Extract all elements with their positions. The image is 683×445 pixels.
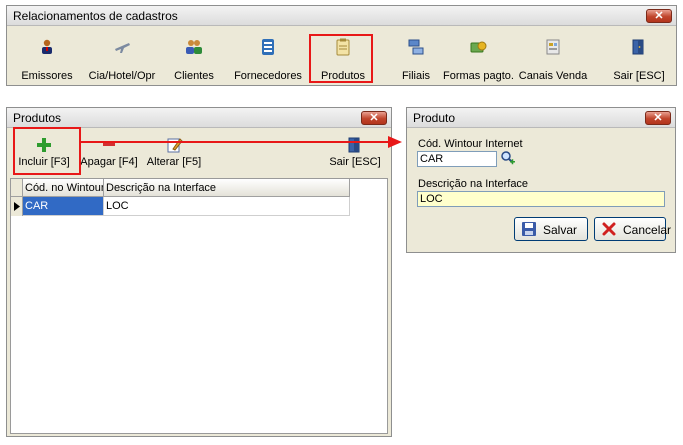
toolbar-label: Sair [ESC] — [613, 70, 665, 82]
main-window-title: Relacionamentos de cadastros — [13, 9, 178, 23]
annotation-arrowhead-icon — [388, 136, 402, 148]
row-pointer-icon — [14, 202, 20, 211]
produtos-sair-button[interactable]: Sair [ESC] — [325, 130, 385, 174]
clients-icon — [186, 40, 202, 54]
toolbar-label: Filiais — [401, 70, 431, 82]
cancel-x-icon — [602, 222, 616, 236]
toolbar-label: Canais Venda — [518, 70, 588, 82]
exit-door-icon — [632, 39, 644, 55]
produto-titlebar: Produto ✕ — [407, 108, 675, 128]
cancelar-button[interactable]: Cancelar — [594, 217, 671, 241]
toolbar-label: Emissores — [21, 70, 73, 82]
toolbar-label: Formas pagto. — [443, 70, 514, 82]
toolbar-filiais-button[interactable]: Filiais — [391, 28, 441, 86]
exit-door-icon — [348, 137, 360, 153]
sales-channel-icon — [546, 39, 560, 55]
toolbar-label: Clientes — [174, 70, 214, 82]
toolbar-clientes-button[interactable]: Clientes — [165, 28, 223, 86]
produtos-titlebar: Produtos ✕ — [7, 108, 391, 128]
grid-header-indicator — [11, 179, 23, 197]
salvar-button[interactable]: Salvar — [514, 217, 588, 241]
grid-header-codigo[interactable]: Cód. no Wintour — [23, 179, 104, 197]
codigo-label: Cód. Wintour Internet — [418, 138, 523, 150]
apagar-label: Apagar [F4] — [80, 156, 138, 168]
branches-icon — [408, 39, 424, 55]
main-close-button[interactable]: ✕ — [646, 9, 672, 23]
toolbar-canais-venda-button[interactable]: Canais Venda — [517, 28, 589, 86]
minus-icon — [103, 143, 115, 146]
highlight-produtos-box — [309, 34, 373, 83]
produtos-window-title: Produtos — [13, 111, 62, 125]
produtos-grid[interactable]: Cód. no Wintour Descrição na Interface C… — [10, 178, 388, 434]
grid-header-descricao[interactable]: Descrição na Interface — [104, 179, 350, 197]
annotation-arrow-line — [80, 141, 392, 143]
toolbar-label: Fornecedores — [234, 70, 302, 82]
payment-icon — [470, 41, 487, 53]
produtos-close-button[interactable]: ✕ — [361, 111, 387, 125]
alterar-button[interactable]: Alterar [F5] — [143, 130, 205, 174]
highlight-incluir-box — [13, 127, 81, 175]
row-indicator — [11, 197, 23, 216]
toolbar-emissores-button[interactable]: Emissores — [15, 28, 79, 86]
descricao-label: Descrição na Interface — [418, 178, 529, 190]
toolbar-fornecedores-button[interactable]: Fornecedores — [229, 28, 307, 86]
main-titlebar: Relacionamentos de cadastros ✕ — [7, 6, 676, 26]
supplier-icon — [262, 39, 274, 55]
save-disk-icon — [522, 222, 536, 236]
toolbar-cia-hotel-button[interactable]: Cia/Hotel/Opr — [83, 28, 161, 86]
toolbar-sair-button[interactable]: Sair [ESC] — [607, 28, 671, 86]
grid-cell-descricao[interactable]: LOC — [104, 197, 350, 216]
edit-icon — [167, 138, 183, 153]
salvar-label: Salvar — [543, 223, 578, 237]
grid-cell-codigo[interactable]: CAR — [23, 197, 104, 216]
users-icon — [42, 39, 52, 54]
cancelar-label: Cancelar — [623, 223, 672, 237]
descricao-input[interactable]: LOC — [417, 191, 665, 207]
produto-close-button[interactable]: ✕ — [645, 111, 671, 125]
toolbar-label: Cia/Hotel/Opr — [88, 70, 156, 82]
produto-dialog-title: Produto — [413, 111, 456, 125]
codigo-input[interactable]: CAR — [417, 151, 497, 167]
produto-dialog: Produto ✕ Cód. Wintour Internet CAR Desc… — [406, 107, 676, 253]
toolbar-formas-pagto-button[interactable]: Formas pagto. — [443, 28, 514, 86]
apagar-button[interactable]: Apagar [F4] — [77, 130, 141, 174]
airplane-icon — [115, 43, 130, 53]
sair-label: Sair [ESC] — [329, 156, 381, 168]
search-lookup-icon[interactable] — [500, 150, 516, 166]
alterar-label: Alterar [F5] — [146, 156, 202, 168]
